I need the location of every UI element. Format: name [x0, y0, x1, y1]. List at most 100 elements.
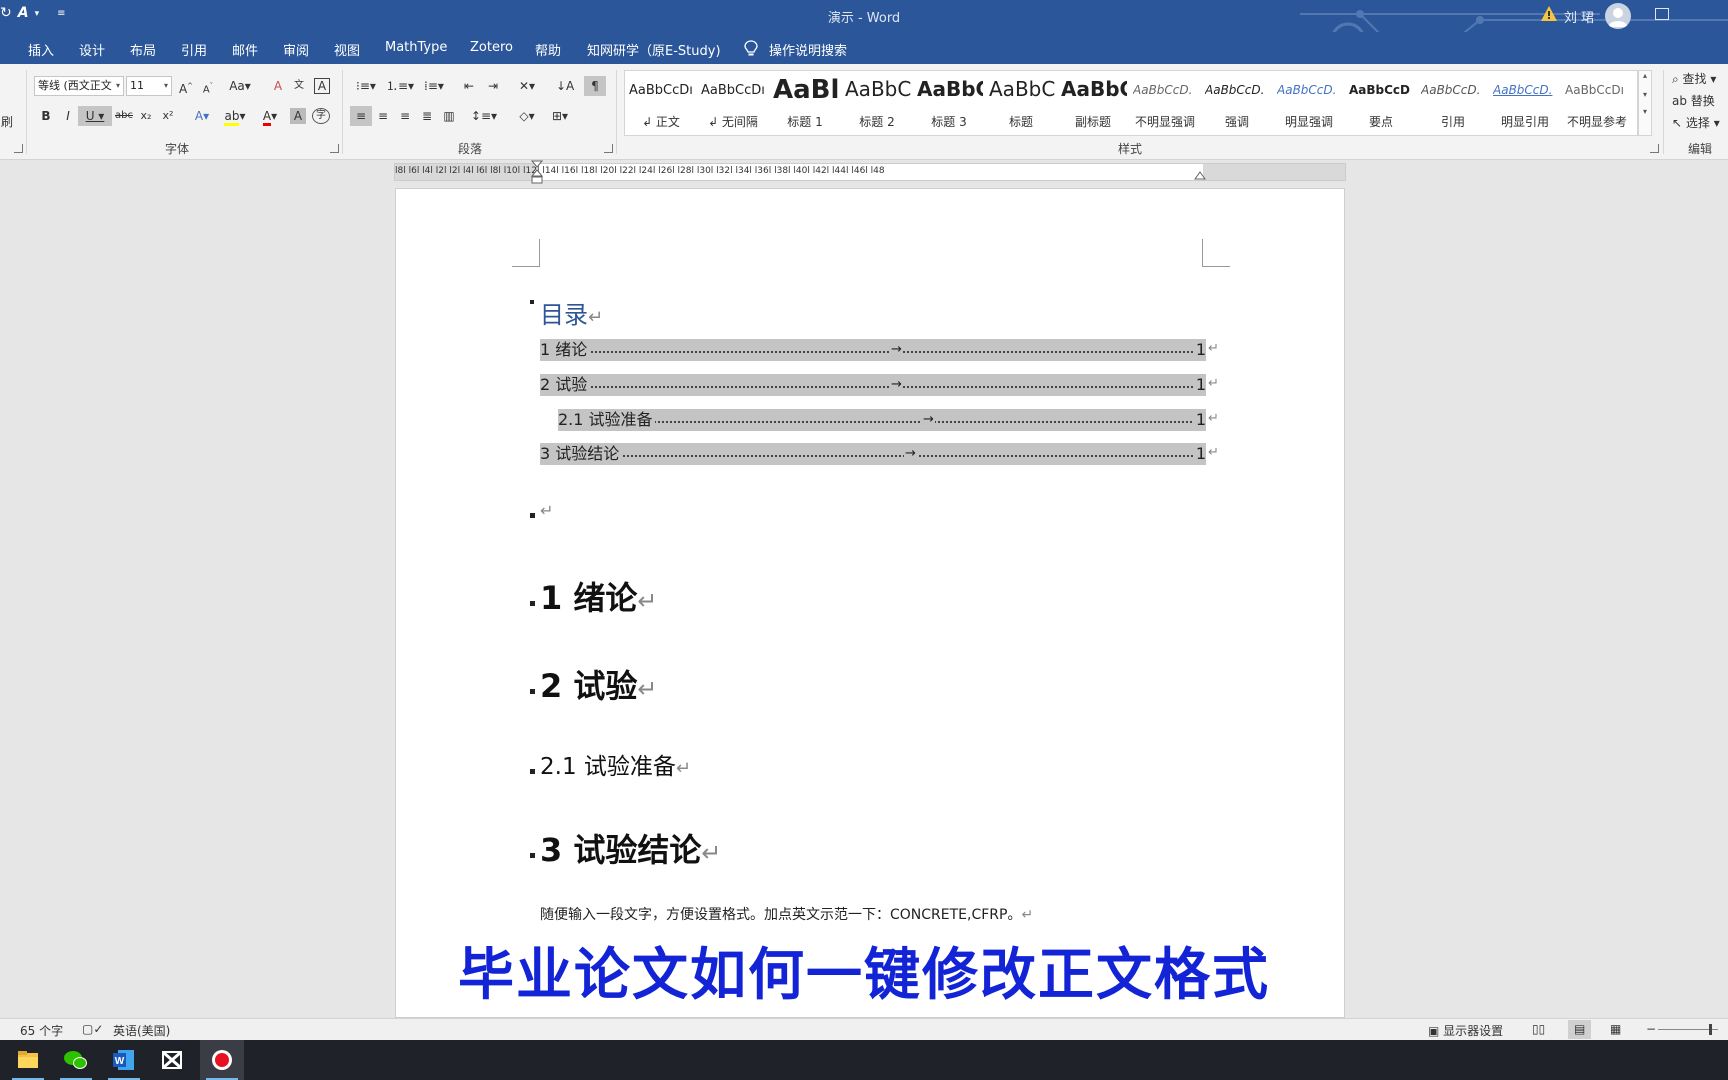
style-strong[interactable]: AaBbCcD 要点 — [1345, 71, 1417, 135]
toc-heading[interactable]: 目录↵ — [540, 295, 603, 330]
italic-icon[interactable]: I — [60, 106, 76, 126]
phonetic-guide-icon[interactable]: 文 — [290, 76, 308, 96]
tab-layout[interactable]: 布局 — [130, 40, 156, 59]
clipboard-dialog-launcher-icon[interactable] — [14, 144, 23, 153]
style-quote[interactable]: AaBbCcD. 引用 — [1417, 71, 1489, 135]
web-layout-icon[interactable]: ▦ — [1610, 1022, 1621, 1036]
read-mode-icon[interactable]: ▯▯ — [1532, 1022, 1545, 1036]
heading-1[interactable]: 3 试验结论↵ — [540, 825, 722, 871]
tab-help[interactable]: 帮助 — [535, 40, 561, 59]
increase-indent-icon[interactable]: ⇥ — [484, 76, 502, 96]
underline-icon[interactable]: U ▾ — [78, 106, 112, 126]
line-spacing-icon[interactable]: ↕≡▾ — [470, 106, 498, 126]
justify-icon[interactable]: ≣ — [418, 106, 436, 126]
tell-me-search[interactable]: 操作说明搜索 — [769, 40, 847, 59]
superscript-icon[interactable]: x² — [160, 106, 176, 126]
style-subtle-emphasis[interactable]: AaBbCcD. 不明显强调 — [1129, 71, 1201, 135]
borders-icon[interactable]: ⊞▾ — [546, 106, 574, 126]
subscript-icon[interactable]: x₂ — [138, 106, 154, 126]
shrink-font-icon[interactable]: Aˇ — [200, 76, 216, 96]
heading-1[interactable]: 2 试验↵ — [540, 661, 658, 707]
display-settings-button[interactable]: ▣ 显示器设置 — [1428, 1022, 1503, 1039]
style-subtle-reference[interactable]: AaBbCcDı 不明显参考 — [1561, 71, 1633, 135]
highlight-color-icon[interactable]: ab▾ — [220, 106, 250, 126]
strikethrough-icon[interactable]: abc — [114, 106, 134, 126]
style-subtitle[interactable]: AaBbC 副标题 — [1057, 71, 1129, 135]
align-right-icon[interactable]: ≡ — [396, 106, 414, 126]
user-avatar[interactable] — [1605, 3, 1631, 29]
bullets-icon[interactable]: ⁝≡▾ — [352, 76, 380, 96]
style-title[interactable]: AaBbC 标题 — [985, 71, 1057, 135]
more-styles-icon[interactable]: ▾ — [1639, 107, 1651, 116]
body-paragraph[interactable]: 随便输入一段文字，方便设置格式。加点英文示范一下：CONCRETE,CFRP。↵ — [540, 904, 1033, 924]
replace-button[interactable]: ab 替换 — [1672, 92, 1715, 109]
tab-references[interactable]: 引用 — [181, 40, 207, 59]
tab-view[interactable]: 视图 — [334, 40, 360, 59]
bold-icon[interactable]: B — [38, 106, 54, 126]
taskbar-file-explorer[interactable] — [6, 1040, 50, 1080]
style-intense-emphasis[interactable]: AaBbCcD. 明显强调 — [1273, 71, 1345, 135]
styles-dialog-launcher-icon[interactable] — [1650, 144, 1659, 153]
zoom-out-icon[interactable]: − — [1646, 1022, 1656, 1036]
align-left-icon[interactable]: ≡ — [350, 106, 372, 126]
style-intense-quote[interactable]: AaBbCcD. 明显引用 — [1489, 71, 1561, 135]
decrease-indent-icon[interactable]: ⇤ — [460, 76, 478, 96]
multilevel-list-icon[interactable]: ⁞≡▾ — [420, 76, 448, 96]
warning-icon[interactable] — [1541, 6, 1557, 21]
empty-paragraph-mark[interactable]: ↵ — [540, 501, 553, 520]
font-color-icon[interactable]: A▾ — [256, 106, 284, 126]
paragraph-dialog-launcher-icon[interactable] — [604, 144, 613, 153]
character-border-icon[interactable]: A — [314, 78, 330, 94]
zoom-slider-thumb[interactable] — [1709, 1024, 1712, 1035]
taskbar-screen-recorder[interactable] — [200, 1040, 244, 1080]
asian-layout-icon[interactable]: ✕▾ — [514, 76, 540, 96]
grow-font-icon[interactable]: A^ — [178, 76, 194, 96]
proofing-icon[interactable]: ▢✓ — [82, 1022, 103, 1036]
tab-review[interactable]: 审阅 — [283, 40, 309, 59]
taskbar-word[interactable]: W — [102, 1040, 146, 1080]
style-no-spacing[interactable]: AaBbCcDı ↲ 无间隔 — [697, 71, 769, 135]
user-name[interactable]: 刘 珺 — [1564, 7, 1594, 26]
font-name-combo[interactable]: 等线 (西文正文 ▾ — [34, 76, 124, 96]
character-shading-icon[interactable]: A — [290, 108, 306, 124]
numbering-icon[interactable]: ⒈≡▾ — [386, 76, 414, 96]
document-page[interactable]: 目录↵ 1 绪论 → 1 ↵ 2 试验 → 1 ↵ 2.1 试验准备 → 1 ↵… — [395, 188, 1345, 1018]
tab-mailings[interactable]: 邮件 — [232, 40, 258, 59]
tab-design[interactable]: 设计 — [79, 40, 105, 59]
tab-cnki-estudy[interactable]: 知网研学（原E-Study) — [587, 40, 721, 59]
tab-mathtype[interactable]: MathType — [385, 40, 447, 55]
heading-2[interactable]: 2.1 试验准备↵ — [540, 747, 691, 781]
taskbar-wechat[interactable] — [54, 1040, 98, 1080]
style-normal[interactable]: AaBbCcDı ↲ 正文 — [625, 71, 697, 135]
word-count[interactable]: 65 个字 — [20, 1022, 63, 1039]
language-indicator[interactable]: 英语(美国) — [113, 1022, 170, 1039]
style-heading-1[interactable]: AaBl 标题 1 — [769, 71, 841, 135]
text-effects-icon[interactable]: A▾ — [190, 106, 214, 126]
tab-insert[interactable]: 插入 — [28, 40, 54, 59]
toc-entry[interactable]: 2 试验 → 1 — [540, 374, 1206, 396]
shading-icon[interactable]: ◇▾ — [514, 106, 540, 126]
print-layout-icon[interactable]: ▤ — [1568, 1020, 1592, 1039]
indent-marker-icon[interactable] — [531, 160, 543, 188]
toc-entry[interactable]: 3 试验结论 → 1 — [540, 443, 1206, 465]
right-indent-marker-icon[interactable] — [1194, 170, 1206, 182]
font-size-combo[interactable]: 11 ▾ — [126, 76, 172, 96]
distributed-icon[interactable]: ▥ — [440, 106, 458, 126]
taskbar-capcut[interactable] — [150, 1040, 194, 1080]
style-heading-3[interactable]: AaBbC 标题 3 — [913, 71, 985, 135]
tab-zotero[interactable]: Zotero — [470, 40, 513, 55]
change-case-icon[interactable]: Aa▾ — [226, 76, 254, 96]
select-button[interactable]: ↖ 选择 ▾ — [1672, 114, 1720, 131]
ribbon-display-options-icon[interactable] — [1655, 8, 1669, 20]
chevron-up-icon[interactable]: ▴ — [1639, 71, 1651, 80]
chevron-down-icon[interactable]: ▾ — [1639, 90, 1651, 99]
style-heading-2[interactable]: AaBbC 标题 2 — [841, 71, 913, 135]
find-button[interactable]: ⌕ 查找 ▾ — [1672, 70, 1716, 87]
styles-gallery-scroller[interactable]: ▴ ▾ ▾ — [1638, 70, 1652, 136]
clear-formatting-icon[interactable]: A — [270, 76, 286, 96]
show-formatting-marks-icon[interactable]: ¶ — [584, 76, 606, 96]
format-painter-label[interactable]: 刷 — [0, 112, 14, 132]
toc-entry[interactable]: 2.1 试验准备 → 1 — [558, 409, 1206, 431]
toc-entry[interactable]: 1 绪论 → 1 — [540, 339, 1206, 361]
style-emphasis[interactable]: AaBbCcD. 强调 — [1201, 71, 1273, 135]
